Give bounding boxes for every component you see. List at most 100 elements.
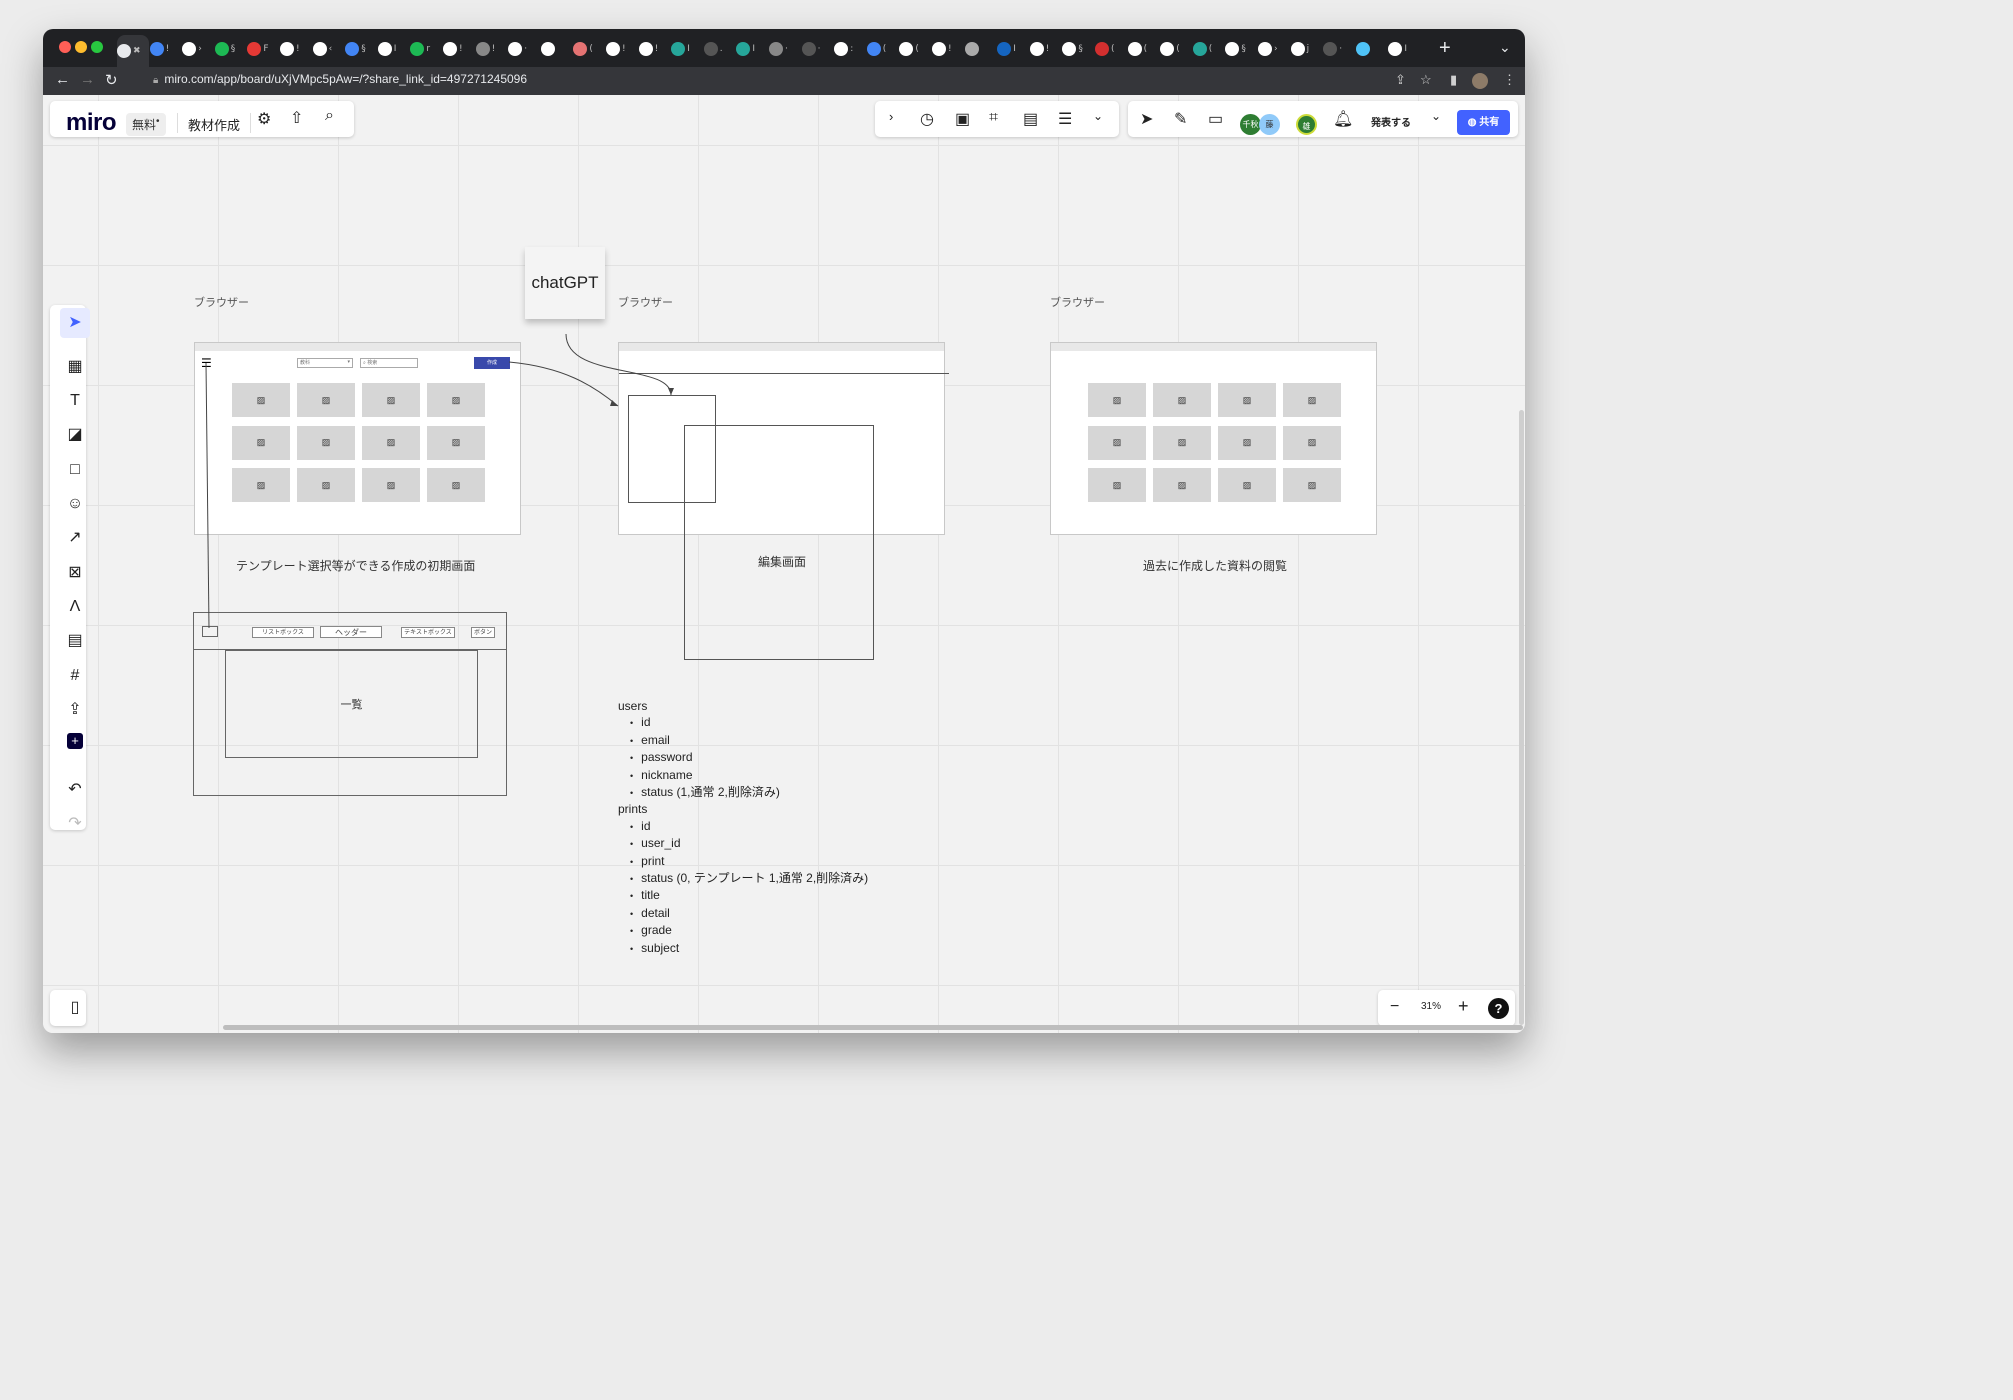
browser-tab[interactable]: ‹	[312, 39, 345, 59]
new-tab-button[interactable]: +	[1439, 37, 1451, 60]
browser-tab[interactable]: !	[280, 39, 312, 59]
browser-tab[interactable]: I	[736, 39, 768, 59]
browser-tab[interactable]: .	[703, 39, 736, 59]
browser-tab[interactable]: I	[1388, 39, 1420, 59]
bookmark-star-icon[interactable]: ☆	[1420, 72, 1432, 88]
tab-favicon-icon	[964, 42, 979, 56]
browser-tab[interactable]: (	[899, 39, 931, 59]
tab-favicon-icon	[475, 42, 490, 56]
schema-field: print	[618, 853, 868, 870]
browser-tab[interactable]: (	[573, 39, 605, 59]
tab-title: !	[1045, 44, 1050, 54]
browser-tab[interactable]: §	[345, 39, 377, 59]
browser-tab[interactable]: !	[932, 39, 964, 59]
browser-tab[interactable]: ›	[182, 39, 214, 59]
tab-favicon-icon	[247, 42, 262, 56]
browser-tab[interactable]: ·	[508, 39, 540, 59]
browser-tab[interactable]: §	[214, 39, 247, 59]
address-bar[interactable]: 🔒︎ miro.com/app/board/uXjVMpc5pAw=/?share…	[153, 72, 527, 86]
tab-strip: ✖! › § F! ‹ § Ir!! ·(!! I. I · ·:((! I! §((((§ › j · I + …	[43, 29, 1525, 67]
board-canvas[interactable]: miro 無料• 教材作成 ⚙ ⇧ ⌕ › ◷ ▣ ⌗ ▤ ☰ ⌄ ➤ ✎ ▭ …	[43, 95, 1525, 1033]
tab-title: !	[491, 44, 496, 54]
schema-field: subject	[618, 940, 868, 957]
tab-favicon-icon	[1323, 42, 1338, 56]
schema-field: user_id	[618, 835, 868, 852]
browser-tab[interactable]: ·	[1323, 39, 1355, 59]
schema-table-prints: prints	[618, 802, 648, 817]
minimize-window-button[interactable]	[75, 41, 87, 53]
browser-tab[interactable]: !	[638, 39, 671, 59]
browser-tab[interactable]: F	[247, 39, 279, 59]
zoom-out-button[interactable]: −	[1390, 998, 1399, 1016]
reload-button[interactable]: ↻	[105, 71, 118, 89]
help-button[interactable]: ?	[1488, 998, 1509, 1019]
schema-field: status (1,通常 2,削除済み)	[618, 784, 868, 801]
browser-tab[interactable]: (	[1192, 39, 1225, 59]
browser-tab[interactable]: !	[149, 39, 182, 59]
browser-tab[interactable]: !	[1029, 39, 1062, 59]
browser-tab[interactable]	[540, 39, 573, 59]
horizontal-scrollbar[interactable]	[223, 1025, 1523, 1030]
tab-title: I	[1404, 44, 1408, 54]
connector-chatgpt-to-edit	[565, 333, 672, 396]
browser-tab[interactable]: I	[997, 39, 1029, 59]
tab-favicon-icon	[280, 42, 294, 56]
close-window-button[interactable]	[59, 41, 71, 53]
vertical-scrollbar[interactable]	[1519, 410, 1524, 1025]
tab-favicon-icon	[573, 42, 588, 56]
tab-title: I	[393, 44, 397, 54]
browser-tab[interactable]: !	[475, 39, 508, 59]
browser-tab[interactable]: !	[443, 39, 475, 59]
tab-title: ‹	[328, 44, 333, 54]
browser-tab[interactable]	[964, 39, 997, 59]
browser-toolbar: ← → ↻ 🔒︎ miro.com/app/board/uXjVMpc5pAw=/…	[43, 67, 1525, 95]
browser-tab[interactable]: r	[410, 39, 442, 59]
tab-favicon-icon	[410, 42, 425, 56]
tab-title: §	[1241, 44, 1246, 54]
zoom-in-button[interactable]: +	[1458, 996, 1469, 1017]
db-schema-text[interactable]: users idemailpasswordnicknamestatus (1,通…	[618, 698, 868, 957]
browser-tab[interactable]	[1355, 39, 1388, 59]
tab-title: !	[165, 44, 170, 54]
tab-title: !	[459, 44, 463, 54]
zoom-level[interactable]: 31%	[1418, 1001, 1444, 1012]
browser-window: ✖! › § F! ‹ § Ir!! ·(!! I. I · ·:((! I! §((((§ › j · I + …	[43, 29, 1525, 1033]
browser-tab[interactable]: (	[1095, 39, 1127, 59]
tab-favicon-icon	[443, 42, 457, 56]
browser-tab[interactable]: ·	[769, 39, 801, 59]
tab-favicon-icon	[638, 42, 653, 56]
browser-tab[interactable]: (	[866, 39, 899, 59]
browser-tab[interactable]: ✖	[117, 35, 149, 67]
tab-title: §	[361, 44, 366, 54]
forward-button[interactable]: →	[80, 71, 95, 88]
browser-tab[interactable]: (	[1127, 39, 1160, 59]
tab-search-icon[interactable]: ⌄	[1499, 39, 1511, 56]
browser-tab[interactable]: (	[1160, 39, 1192, 59]
browser-tab[interactable]: ·	[801, 39, 834, 59]
tab-favicon-icon	[736, 42, 751, 56]
browser-tab[interactable]: ›	[1258, 39, 1290, 59]
profile-avatar[interactable]	[1472, 73, 1488, 89]
tab-favicon-icon	[149, 42, 164, 56]
browser-menu-icon[interactable]: ⋮	[1503, 72, 1516, 88]
schema-field: grade	[618, 922, 868, 939]
share-page-icon[interactable]: ⇪	[1395, 72, 1406, 88]
schema-field: detail	[618, 905, 868, 922]
browser-tab[interactable]: I	[377, 39, 410, 59]
tab-favicon-icon	[1127, 42, 1142, 56]
maximize-window-button[interactable]	[91, 41, 103, 53]
browser-tab[interactable]: :	[834, 39, 866, 59]
browser-tab[interactable]: !	[606, 39, 638, 59]
browser-tab[interactable]: j	[1290, 39, 1323, 59]
connector-arrowhead	[668, 388, 674, 395]
browser-tab[interactable]: §	[1225, 39, 1257, 59]
tab-favicon-icon	[1225, 42, 1240, 56]
tab-favicon-icon	[1160, 42, 1175, 56]
lock-icon: 🔒︎	[153, 75, 159, 86]
sidebar-toggle-icon[interactable]: ▮	[1450, 72, 1457, 88]
browser-tab[interactable]: I	[671, 39, 703, 59]
browser-tab[interactable]: §	[1062, 39, 1094, 59]
back-button[interactable]: ←	[55, 71, 70, 88]
url-text: miro.com/app/board/uXjVMpc5pAw=/?share_l…	[164, 72, 528, 86]
tab-favicon-icon	[834, 42, 849, 56]
